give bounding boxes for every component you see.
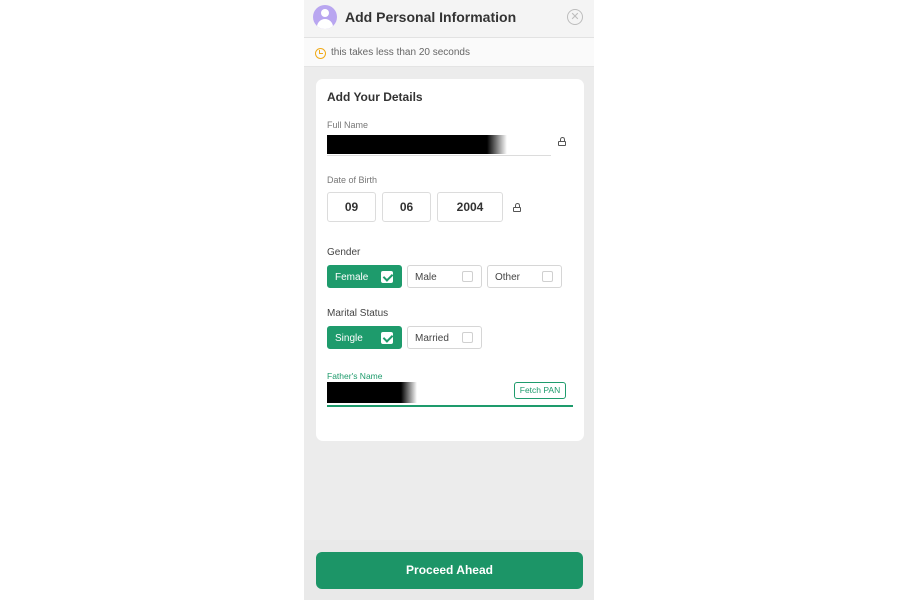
gender-label: Gender — [327, 247, 361, 258]
checkbox-icon — [462, 271, 473, 282]
dob-month-field[interactable]: 06 — [382, 192, 431, 222]
full-name-underline — [327, 155, 551, 156]
gender-option-label: Female — [335, 272, 369, 283]
proceed-ahead-button[interactable]: Proceed Ahead — [316, 552, 583, 589]
gender-option-label: Male — [415, 272, 437, 283]
close-icon[interactable]: ✕ — [567, 9, 583, 25]
lock-icon — [513, 203, 521, 212]
redaction-fade — [401, 382, 417, 403]
father-name-field[interactable] — [327, 381, 507, 404]
full-name-field[interactable] — [327, 133, 551, 156]
marital-status-label: Marital Status — [327, 308, 389, 319]
lock-icon — [558, 137, 566, 146]
page-title: Add Personal Information — [345, 9, 517, 25]
checkbox-icon — [542, 271, 553, 282]
gender-option-label: Other — [495, 272, 521, 283]
dob-year-field[interactable]: 2004 — [437, 192, 503, 222]
timer-banner: this takes less than 20 seconds — [304, 38, 594, 67]
father-name-underline — [327, 405, 573, 407]
checkbox-icon — [462, 332, 473, 343]
marital-option-married[interactable]: Married — [407, 326, 482, 349]
timer-text: this takes less than 20 seconds — [331, 47, 470, 58]
gender-option-male[interactable]: Male — [407, 265, 482, 288]
fetch-pan-button[interactable]: Fetch PAN — [514, 382, 566, 399]
marital-option-label: Married — [415, 333, 449, 344]
father-name-label: Father's Name — [327, 371, 383, 381]
footer: Proceed Ahead — [304, 540, 594, 600]
header: Add Personal Information ✕ — [304, 0, 594, 38]
dob-label: Date of Birth — [327, 175, 378, 185]
clock-icon — [315, 48, 326, 59]
marital-option-label: Single — [335, 333, 363, 344]
redaction-fade — [487, 135, 507, 154]
father-name-redacted-value — [327, 382, 401, 403]
checkbox-checked-icon — [381, 332, 393, 344]
card-title: Add Your Details — [327, 90, 423, 104]
checkbox-checked-icon — [381, 271, 393, 283]
user-avatar-icon — [313, 5, 337, 29]
gender-option-female[interactable]: Female — [327, 265, 402, 288]
gender-option-other[interactable]: Other — [487, 265, 562, 288]
details-card: Add Your Details Full Name Date of Birth… — [316, 79, 584, 441]
marital-option-single[interactable]: Single — [327, 326, 402, 349]
full-name-label: Full Name — [327, 120, 369, 130]
full-name-redacted-value — [327, 135, 487, 154]
app-screen: Add Personal Information ✕ this takes le… — [304, 0, 594, 600]
dob-day-field[interactable]: 09 — [327, 192, 376, 222]
